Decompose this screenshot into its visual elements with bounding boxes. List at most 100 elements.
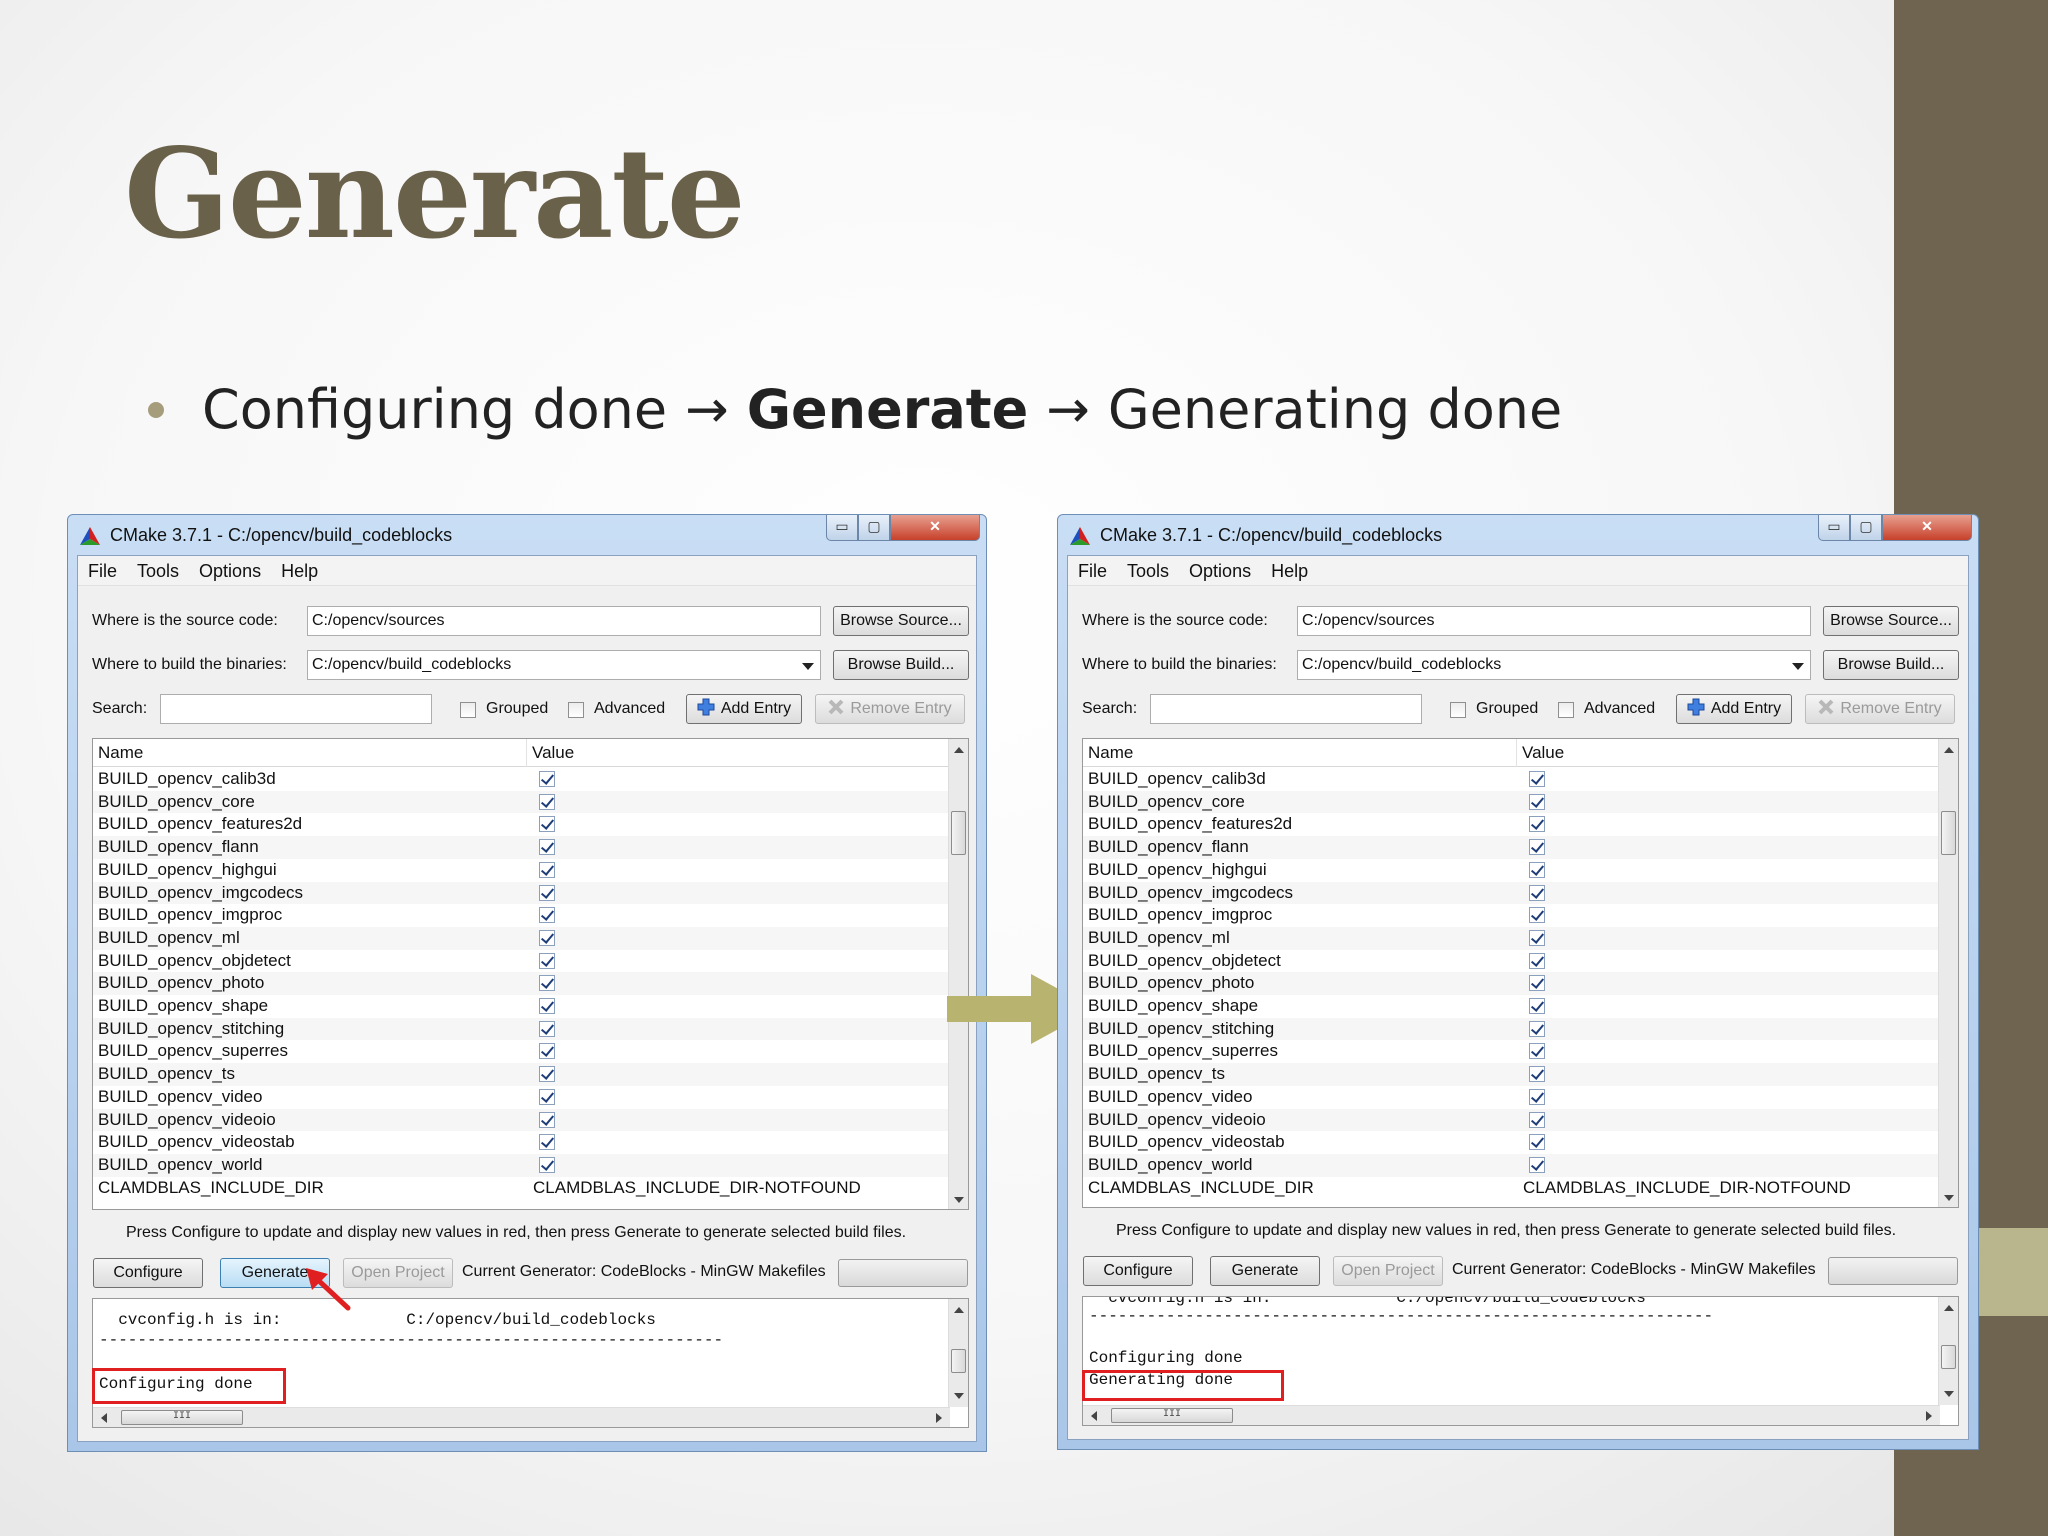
table-row[interactable]: BUILD_opencv_features2d <box>93 813 950 836</box>
build-path-select[interactable]: C:/opencv/build_codeblocks <box>1297 650 1811 680</box>
entry-checkbox[interactable] <box>1529 816 1545 833</box>
log-vscroll[interactable] <box>1938 1297 1958 1405</box>
table-row[interactable]: BUILD_opencv_videoio <box>1083 1108 1940 1132</box>
table-row[interactable]: BUILD_opencv_imgproc <box>1083 904 1940 927</box>
scroll-thumb[interactable] <box>951 811 966 855</box>
entry-checkbox[interactable] <box>539 952 555 969</box>
scroll-down-icon[interactable] <box>954 1197 964 1203</box>
entry-checkbox[interactable] <box>539 1043 555 1060</box>
table-row[interactable]: BUILD_opencv_photo <box>93 972 950 995</box>
entry-checkbox[interactable] <box>539 861 555 878</box>
table-row[interactable]: BUILD_opencv_video <box>1083 1086 1940 1109</box>
close-button[interactable]: ✕ <box>1882 515 1972 541</box>
table-row[interactable]: BUILD_opencv_objdetect <box>93 950 950 973</box>
entry-checkbox[interactable] <box>539 1066 555 1083</box>
entry-checkbox[interactable] <box>539 884 555 901</box>
browse-source-button[interactable]: Browse Source... <box>1823 606 1959 636</box>
table-row[interactable]: BUILD_opencv_core <box>1083 790 1940 814</box>
table-row[interactable]: BUILD_opencv_videostab <box>1083 1131 1940 1154</box>
chevron-down-icon[interactable] <box>1792 663 1804 670</box>
search-input[interactable] <box>160 694 432 724</box>
table-row[interactable]: BUILD_opencv_imgcodecs <box>93 881 950 905</box>
entry-checkbox[interactable] <box>1529 1020 1545 1037</box>
table-row[interactable]: BUILD_opencv_superres <box>1083 1040 1940 1063</box>
scroll-up-icon[interactable] <box>1944 1305 1954 1311</box>
table-row[interactable]: BUILD_opencv_features2d <box>1083 813 1940 836</box>
entry-value[interactable]: CLAMDBLAS_INCLUDE_DIR-NOTFOUND <box>533 1177 861 1199</box>
build-path-select[interactable]: C:/opencv/build_codeblocks <box>307 650 821 680</box>
table-row[interactable]: BUILD_opencv_flann <box>93 836 950 859</box>
configure-button[interactable]: Configure <box>93 1258 203 1288</box>
advanced-checkbox[interactable] <box>568 702 584 718</box>
table-row[interactable]: BUILD_opencv_shape <box>1083 995 1940 1018</box>
entry-checkbox[interactable] <box>1529 929 1545 946</box>
scroll-thumb-grip[interactable]: III <box>1111 1408 1233 1423</box>
table-row[interactable]: BUILD_opencv_video <box>93 1086 950 1109</box>
scroll-thumb[interactable] <box>951 1349 966 1373</box>
configure-button[interactable]: Configure <box>1083 1256 1193 1286</box>
table-row[interactable]: BUILD_opencv_calib3d <box>93 768 950 791</box>
close-button[interactable]: ✕ <box>890 515 980 541</box>
menu-help[interactable]: Help <box>281 556 318 585</box>
entry-checkbox[interactable] <box>1529 1156 1545 1173</box>
scroll-thumb-grip[interactable]: III <box>121 1410 243 1425</box>
log-vscroll[interactable] <box>948 1299 968 1407</box>
entry-checkbox[interactable] <box>539 793 555 810</box>
menu-file[interactable]: File <box>88 556 117 585</box>
table-row[interactable]: BUILD_opencv_stitching <box>1083 1017 1940 1041</box>
entry-checkbox[interactable] <box>1529 1111 1545 1128</box>
table-row[interactable]: BUILD_opencv_superres <box>93 1040 950 1063</box>
table-row[interactable]: BUILD_opencv_imgproc <box>93 904 950 927</box>
entry-checkbox[interactable] <box>1529 998 1545 1014</box>
scroll-thumb[interactable] <box>1941 811 1956 855</box>
scroll-thumb[interactable] <box>1941 1345 1956 1369</box>
entry-checkbox[interactable] <box>539 907 555 924</box>
entry-checkbox[interactable] <box>1529 907 1545 924</box>
column-name-header[interactable]: Name <box>1083 739 1517 767</box>
table-row[interactable]: BUILD_opencv_calib3d <box>1083 768 1940 791</box>
entry-checkbox[interactable] <box>539 816 555 833</box>
scroll-right-icon[interactable] <box>1926 1411 1932 1421</box>
entry-checkbox[interactable] <box>539 975 555 992</box>
scroll-up-icon[interactable] <box>954 747 964 753</box>
search-input[interactable] <box>1150 694 1422 724</box>
entry-checkbox[interactable] <box>539 1020 555 1037</box>
entry-checkbox[interactable] <box>1529 861 1545 878</box>
entry-checkbox[interactable] <box>1529 839 1545 856</box>
table-row[interactable]: BUILD_opencv_shape <box>93 995 950 1018</box>
entry-checkbox[interactable] <box>1529 975 1545 992</box>
add-entry-button[interactable]: Add Entry <box>1676 694 1792 724</box>
source-path-input[interactable]: C:/opencv/sources <box>1297 606 1811 636</box>
titlebar[interactable]: CMake 3.7.1 - C:/opencv/build_codeblocks… <box>68 515 986 555</box>
table-vscroll[interactable] <box>1938 739 1958 1207</box>
table-row[interactable]: BUILD_opencv_highgui <box>93 859 950 882</box>
generate-button[interactable]: Generate <box>1210 1256 1320 1286</box>
table-row[interactable]: BUILD_opencv_world <box>93 1153 950 1177</box>
table-row[interactable]: CLAMDBLAS_INCLUDE_DIR CLAMDBLAS_INCLUDE_D… <box>93 1177 950 1200</box>
table-row[interactable]: BUILD_opencv_ts <box>93 1063 950 1086</box>
scroll-right-icon[interactable] <box>936 1413 942 1423</box>
table-row[interactable]: BUILD_opencv_core <box>93 790 950 814</box>
advanced-checkbox[interactable] <box>1558 702 1574 718</box>
entry-checkbox[interactable] <box>1529 1066 1545 1083</box>
entry-checkbox[interactable] <box>539 929 555 946</box>
minimize-button[interactable]: ▭ <box>1818 515 1850 541</box>
column-name-header[interactable]: Name <box>93 739 527 767</box>
entry-value[interactable]: CLAMDBLAS_INCLUDE_DIR-NOTFOUND <box>1523 1177 1851 1199</box>
table-row[interactable]: BUILD_opencv_imgcodecs <box>1083 881 1940 905</box>
entry-checkbox[interactable] <box>539 1088 555 1105</box>
table-row[interactable]: CLAMDBLAS_INCLUDE_DIR CLAMDBLAS_INCLUDE_D… <box>1083 1177 1940 1200</box>
entry-checkbox[interactable] <box>1529 771 1545 787</box>
grouped-checkbox[interactable] <box>460 702 476 718</box>
table-row[interactable]: BUILD_opencv_photo <box>1083 972 1940 995</box>
table-row[interactable]: BUILD_opencv_flann <box>1083 836 1940 859</box>
table-row[interactable]: BUILD_opencv_videoio <box>93 1108 950 1132</box>
entry-checkbox[interactable] <box>539 1111 555 1128</box>
entry-checkbox[interactable] <box>539 1134 555 1151</box>
titlebar[interactable]: CMake 3.7.1 - C:/opencv/build_codeblocks… <box>1058 515 1978 555</box>
column-value-header[interactable]: Value <box>527 739 950 767</box>
maximize-button[interactable]: ▢ <box>858 515 890 541</box>
entry-checkbox[interactable] <box>539 998 555 1014</box>
scroll-left-icon[interactable] <box>101 1413 107 1423</box>
table-row[interactable]: BUILD_opencv_world <box>1083 1153 1940 1177</box>
